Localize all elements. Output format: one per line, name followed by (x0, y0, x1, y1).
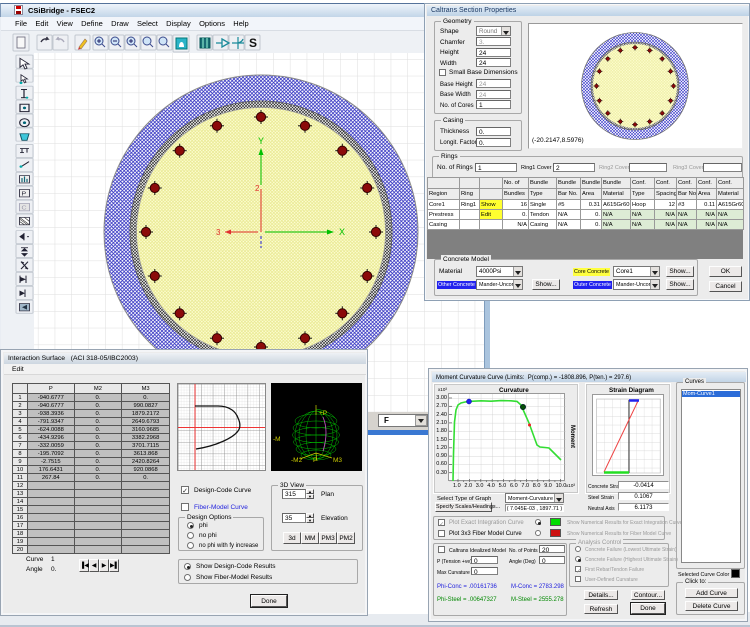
svg-text:Y: Y (258, 136, 264, 146)
svg-text:+P: +P (319, 410, 327, 417)
svg-text:2: 2 (255, 184, 260, 193)
svg-text:X: X (339, 227, 345, 237)
svg-text:P: P (313, 457, 317, 464)
svg-text:P: P (22, 191, 27, 197)
svg-text:-M: -M (273, 436, 281, 443)
svg-text:C: C (22, 205, 27, 211)
svg-text:M3: M3 (333, 457, 342, 464)
svg-text:3: 3 (216, 228, 221, 237)
svg-text:S: S (249, 36, 257, 50)
svg-text:-M2: -M2 (291, 457, 303, 464)
